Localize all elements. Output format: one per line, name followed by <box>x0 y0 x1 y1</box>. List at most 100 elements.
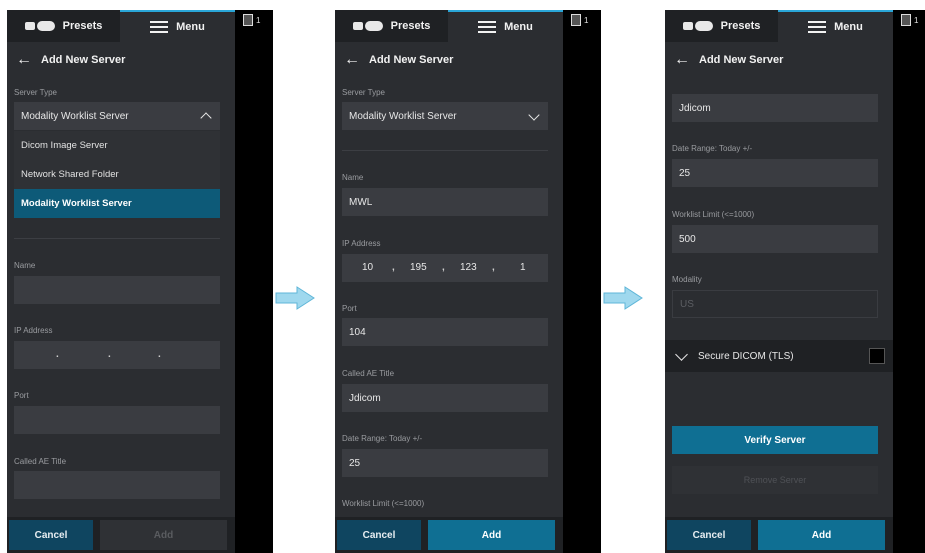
port-label: Port <box>342 304 357 313</box>
presets-label: Presets <box>62 20 103 32</box>
clipboard-icon <box>901 14 911 26</box>
ip-address-input[interactable]: 10 , 195 , 123 , 1 <box>342 254 548 282</box>
page-title: Add New Server <box>699 54 784 66</box>
ip-address-input[interactable]: . . . <box>14 341 220 369</box>
server-type-select[interactable]: Modality Worklist Server <box>342 102 548 130</box>
presets-label: Presets <box>720 20 761 32</box>
clipboard-count: 1 <box>256 15 261 25</box>
clipboard-count: 1 <box>584 15 589 25</box>
presets-tab[interactable]: Presets <box>665 10 778 42</box>
bottom-action-bar: Cancel Add <box>335 517 563 553</box>
hamburger-icon <box>808 21 827 33</box>
add-button[interactable]: Add <box>758 520 885 550</box>
chevron-down-icon <box>528 109 540 121</box>
screen-3: Presets Menu ← Add New Server Jdicom Dat… <box>665 10 925 553</box>
modality-input: US <box>672 290 878 318</box>
probe-icon <box>352 21 383 31</box>
dropdown-option-modality-worklist-server[interactable]: Modality Worklist Server <box>14 189 220 218</box>
name-input[interactable] <box>14 276 220 304</box>
called-ae-title-label: Called AE Title <box>342 369 395 378</box>
verify-server-button[interactable]: Verify Server <box>672 426 878 454</box>
dropdown-option-dicom-image-server[interactable]: Dicom Image Server <box>14 131 220 160</box>
ip-octet-2[interactable]: 195 <box>410 262 427 273</box>
cancel-button[interactable]: Cancel <box>9 520 93 550</box>
ip-separator: . <box>56 349 59 360</box>
screen-1-content: Presets Menu ← Add New Server Server Typ… <box>7 10 235 553</box>
hamburger-icon <box>150 21 169 33</box>
remove-server-button[interactable]: Remove Server <box>672 466 878 494</box>
probe-icon <box>682 21 713 31</box>
menu-tab[interactable]: Menu <box>120 10 235 42</box>
divider <box>14 238 220 239</box>
modality-label: Modality <box>672 275 702 284</box>
server-type-value: Modality Worklist Server <box>21 110 129 122</box>
secure-dicom-checkbox[interactable] <box>869 348 885 364</box>
page-title: Add New Server <box>369 54 454 66</box>
clipboard-badge[interactable]: 1 <box>571 14 588 26</box>
back-arrow-icon[interactable]: ← <box>335 52 369 68</box>
menu-label: Menu <box>834 21 863 33</box>
ip-address-label: IP Address <box>342 239 381 248</box>
cancel-button[interactable]: Cancel <box>667 520 751 550</box>
add-button[interactable]: Add <box>100 520 227 550</box>
ip-octet-1[interactable]: 10 <box>362 262 373 273</box>
called-ae-title-label: Called AE Title <box>14 457 67 466</box>
called-ae-title-input[interactable]: Jdicom <box>342 384 548 412</box>
port-input[interactable] <box>14 406 220 434</box>
presets-tab[interactable]: Presets <box>335 10 448 42</box>
clipboard-icon <box>571 14 581 26</box>
menu-tab[interactable]: Menu <box>778 10 893 42</box>
screen-2: Presets Menu ← Add New Server Server Typ… <box>335 10 601 553</box>
screen-3-content: Presets Menu ← Add New Server Jdicom Dat… <box>665 10 893 553</box>
server-type-select[interactable]: Modality Worklist Server <box>14 102 220 130</box>
flow-arrow-icon <box>275 286 315 310</box>
date-range-input[interactable]: 25 <box>342 449 548 477</box>
page-header: ← Add New Server <box>665 48 893 72</box>
clipboard-count: 1 <box>914 15 919 25</box>
screen-1: Presets Menu ← Add New Server Server Typ… <box>7 10 273 553</box>
add-button[interactable]: Add <box>428 520 555 550</box>
date-range-label: Date Range: Today +/- <box>342 434 423 443</box>
chevron-up-icon <box>200 112 212 124</box>
worklist-limit-label: Worklist Limit (<=1000) <box>342 499 425 508</box>
presets-label: Presets <box>390 20 431 32</box>
back-arrow-icon[interactable]: ← <box>665 52 699 68</box>
ip-separator: , <box>492 262 495 273</box>
port-input[interactable]: 104 <box>342 318 548 346</box>
name-input[interactable]: MWL <box>342 188 548 216</box>
date-range-label: Date Range: Today +/- <box>672 144 753 153</box>
clipboard-icon <box>243 14 253 26</box>
ip-separator: . <box>158 349 161 360</box>
ip-octet-4[interactable]: 1 <box>520 262 526 273</box>
called-ae-title-input[interactable]: Jdicom <box>672 94 878 122</box>
server-type-label: Server Type <box>342 88 385 97</box>
bottom-action-bar: Cancel Add <box>7 517 235 553</box>
server-type-value: Modality Worklist Server <box>349 110 457 122</box>
ip-separator: , <box>392 262 395 273</box>
worklist-limit-input[interactable]: 500 <box>672 225 878 253</box>
secure-dicom-section[interactable]: Secure DICOM (TLS) <box>665 340 893 372</box>
page-header: ← Add New Server <box>7 48 235 72</box>
port-label: Port <box>14 391 29 400</box>
menu-label: Menu <box>504 21 533 33</box>
ip-octet-3[interactable]: 123 <box>460 262 477 273</box>
cancel-button[interactable]: Cancel <box>337 520 421 550</box>
chevron-down-icon <box>675 347 688 361</box>
date-range-input[interactable]: 25 <box>672 159 878 187</box>
divider <box>342 150 548 151</box>
menu-label: Menu <box>176 21 205 33</box>
name-label: Name <box>342 173 364 182</box>
menu-tab[interactable]: Menu <box>448 10 563 42</box>
top-bar: Presets Menu <box>335 10 563 42</box>
called-ae-title-input[interactable] <box>14 471 220 499</box>
back-arrow-icon[interactable]: ← <box>7 52 41 68</box>
clipboard-badge[interactable]: 1 <box>901 14 918 26</box>
probe-icon <box>24 21 55 31</box>
clipboard-badge[interactable]: 1 <box>243 14 260 26</box>
name-label: Name <box>14 261 36 270</box>
dropdown-option-network-shared-folder[interactable]: Network Shared Folder <box>14 160 220 189</box>
ip-address-label: IP Address <box>14 326 53 335</box>
presets-tab[interactable]: Presets <box>7 10 120 42</box>
secure-dicom-label: Secure DICOM (TLS) <box>698 350 794 362</box>
screen-2-content: Presets Menu ← Add New Server Server Typ… <box>335 10 563 553</box>
